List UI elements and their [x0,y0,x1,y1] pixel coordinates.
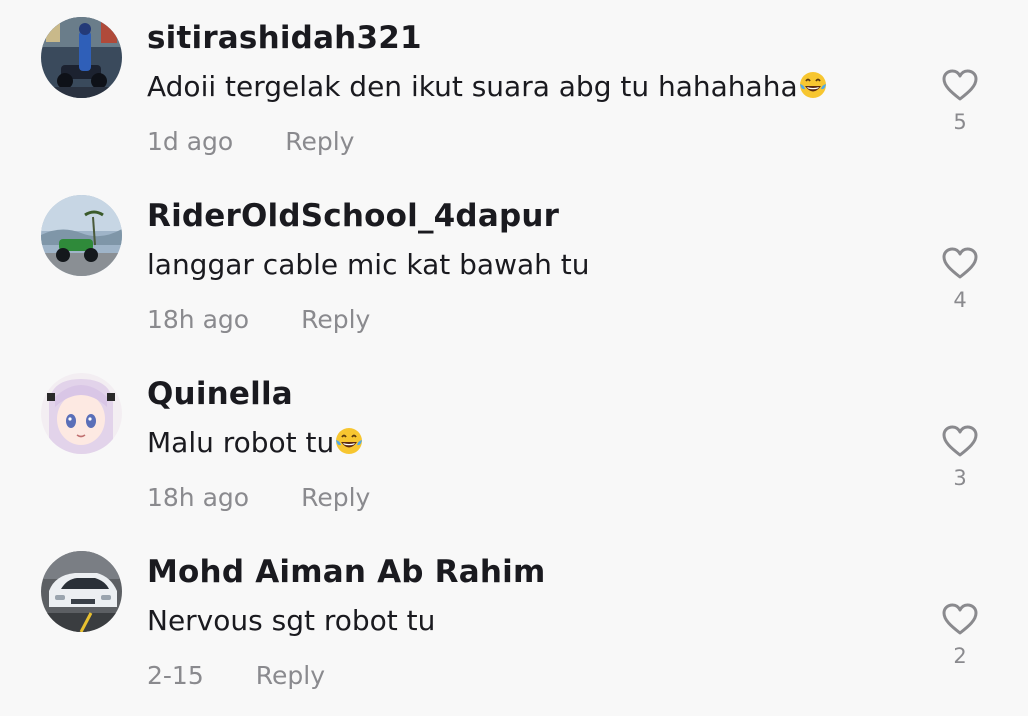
comment-text: Malu robot tu [147,426,364,459]
comment-text: langgar cable mic kat bawah tu [147,248,590,281]
heart-outline-icon [942,69,978,101]
avatar-image [41,551,122,632]
laughing-tears-emoji-icon [336,428,363,454]
avatar[interactable] [41,195,122,276]
like-count: 5 [953,110,967,134]
avatar-image [41,373,122,454]
like-button[interactable]: 4 [937,246,983,312]
comment-item: Mohd Aiman Ab Rahim Nervous sgt robot tu… [0,534,1028,712]
comment-item: RiderOldSchool_4dapur langgar cable mic … [0,178,1028,356]
comment-username[interactable]: Quinella [147,376,293,412]
comment-item: sitirashidah321 Adoii tergelak den ikut … [0,0,1028,178]
avatar[interactable] [41,551,122,632]
comment-text-content: Malu robot tu [147,426,335,459]
comment-username[interactable]: Mohd Aiman Ab Rahim [147,554,545,590]
avatar-image [41,17,122,98]
like-count: 4 [953,288,967,312]
comment-text: Adoii tergelak den ikut suara abg tu hah… [147,70,828,103]
reply-button[interactable]: Reply [301,483,370,512]
reply-button[interactable]: Reply [301,305,370,334]
like-button[interactable]: 2 [937,602,983,668]
comment-time: 18h ago [147,305,250,334]
comment-text-content: Adoii tergelak den ikut suara abg tu hah… [147,70,798,103]
comment-text: Nervous sgt robot tu [147,604,435,637]
comment-list: sitirashidah321 Adoii tergelak den ikut … [0,0,1028,716]
avatar[interactable] [41,17,122,98]
heart-outline-icon [942,425,978,457]
comment-item: Quinella Malu robot tu 18h ago Reply 3 [0,356,1028,534]
avatar-image [41,195,122,276]
comment-meta: 1d ago Reply [147,127,354,156]
reply-button[interactable]: Reply [256,661,325,690]
like-button[interactable]: 3 [937,424,983,490]
like-count: 3 [953,466,967,490]
comment-time: 18h ago [147,483,250,512]
comment-username[interactable]: sitirashidah321 [147,20,422,56]
comment-text-content: Nervous sgt robot tu [147,604,436,637]
heart-outline-icon [942,247,978,279]
comment-username[interactable]: RiderOldSchool_4dapur [147,198,559,234]
comment-time: 2-15 [147,661,204,690]
comment-time: 1d ago [147,127,234,156]
comment-meta: 2-15 Reply [147,661,325,690]
like-count: 2 [953,644,967,668]
reply-button[interactable]: Reply [285,127,354,156]
comment-meta: 18h ago Reply [147,305,370,334]
comment-meta: 18h ago Reply [147,483,370,512]
avatar[interactable] [41,373,122,454]
laughing-tears-emoji-icon [799,72,826,98]
comment-text-content: langgar cable mic kat bawah tu [147,248,590,281]
heart-outline-icon [942,603,978,635]
like-button[interactable]: 5 [937,68,983,134]
